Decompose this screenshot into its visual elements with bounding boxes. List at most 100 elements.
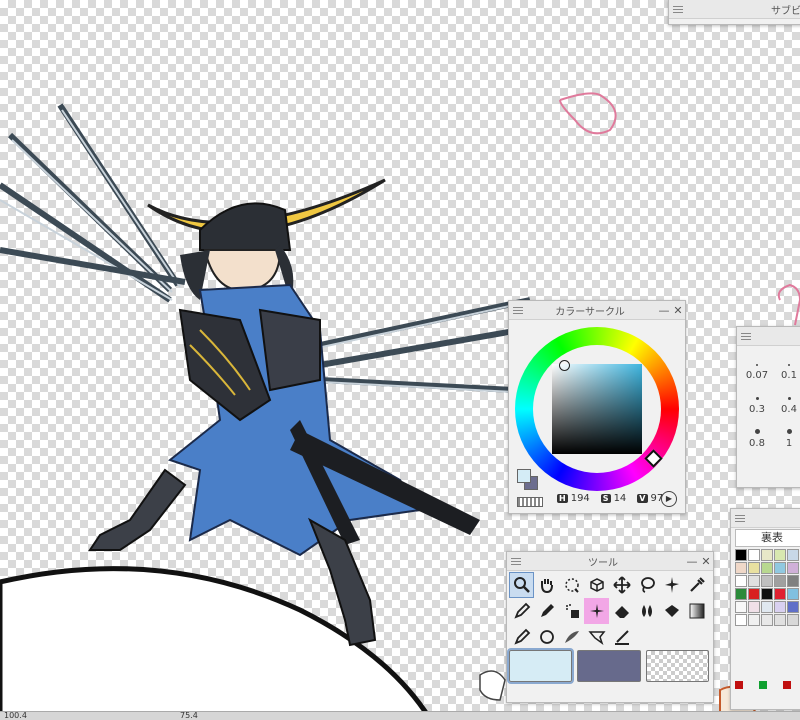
color-set-swatch[interactable] — [761, 549, 773, 561]
color-set-swatch[interactable] — [735, 614, 747, 626]
color-circle-panel: カラーサークル — ✕ H 194 S 14 V 97 ▶ — [508, 300, 686, 514]
color-set-swatch[interactable] — [787, 601, 799, 613]
main-sub-color-swatches[interactable] — [517, 469, 539, 491]
gradient-tool-icon[interactable] — [684, 598, 709, 624]
color-circle-title: カラーサークル — [555, 306, 625, 318]
fill-tool-icon[interactable] — [659, 598, 684, 624]
red-swatch-icon[interactable] — [735, 681, 743, 689]
tool-grid — [509, 572, 709, 650]
airbrush-tool-icon[interactable] — [559, 598, 584, 624]
color-set-swatch[interactable] — [774, 614, 786, 626]
color-set-swatch[interactable] — [774, 575, 786, 587]
h-label: H — [557, 494, 568, 503]
color-set-swatch[interactable] — [761, 575, 773, 587]
brush-size-option[interactable]: 0.3 — [741, 383, 773, 417]
color-set-swatch[interactable] — [735, 562, 747, 574]
pen2-tool-icon[interactable] — [509, 624, 534, 650]
balloon-tool-icon[interactable] — [584, 624, 609, 650]
hue-wheel[interactable] — [515, 327, 679, 491]
color-circle-title-bar[interactable]: カラーサークル — ✕ — [509, 301, 685, 320]
main-color-swatch[interactable] — [517, 469, 531, 483]
auto-select-icon[interactable] — [659, 572, 684, 598]
object-tool-icon[interactable] — [584, 572, 609, 598]
grip-icon[interactable] — [735, 514, 745, 522]
tool-panel-title-bar[interactable]: ツール — ✕ — [507, 552, 713, 571]
brush-size-title-bar[interactable] — [737, 327, 800, 346]
brush-size-option[interactable]: 0.07 — [741, 349, 773, 383]
right-swords — [319, 297, 531, 393]
hsv-readout: H 194 S 14 V 97 — [557, 493, 671, 504]
h-value: 194 — [570, 493, 590, 504]
color-set-swatch[interactable] — [748, 601, 760, 613]
zoom-tool-icon[interactable] — [509, 572, 534, 598]
color-set-swatch[interactable] — [787, 614, 799, 626]
saturation-value-square[interactable] — [552, 364, 642, 454]
pen-tool-icon[interactable] — [509, 598, 534, 624]
pink-sketch — [559, 92, 617, 135]
main-color-button[interactable] — [506, 648, 575, 684]
subview-title-bar[interactable]: サブビ — [669, 0, 800, 19]
color-set-swatch[interactable] — [787, 562, 799, 574]
grip-icon[interactable] — [673, 5, 683, 13]
color-set-swatch[interactable] — [748, 549, 760, 561]
close-icon[interactable]: ✕ — [671, 304, 685, 317]
eyedropper-icon[interactable] — [684, 572, 709, 598]
sparkle-tool-icon[interactable] — [584, 598, 609, 624]
grip-icon[interactable] — [511, 557, 521, 565]
color-set-swatch[interactable] — [735, 588, 747, 600]
brush-size-panel: 0.07 0.1 0.3 0.4 0.8 1 — [736, 326, 800, 488]
color-set-swatch[interactable] — [774, 562, 786, 574]
color-set-swatch[interactable] — [735, 549, 747, 561]
color-set-swatch[interactable] — [748, 562, 760, 574]
frame-tool-icon[interactable] — [559, 624, 584, 650]
sub-color-button[interactable] — [577, 650, 641, 682]
color-set-swatch[interactable] — [774, 588, 786, 600]
brush-size-option[interactable]: 0.1 — [773, 349, 800, 383]
color-set-swatch[interactable] — [761, 562, 773, 574]
eraser-tool-icon[interactable] — [609, 598, 634, 624]
color-set-swatch[interactable] — [761, 588, 773, 600]
hand-tool-icon[interactable] — [534, 572, 559, 598]
color-set-swatch[interactable] — [748, 614, 760, 626]
sv-marker-icon[interactable] — [559, 360, 570, 371]
color-set-swatch[interactable] — [735, 601, 747, 613]
color-set-swatch[interactable] — [735, 575, 747, 587]
minimize-icon[interactable]: — — [657, 304, 671, 317]
green-swatch-icon[interactable] — [759, 681, 767, 689]
color-set-swatch[interactable] — [761, 601, 773, 613]
close-icon[interactable]: ✕ — [699, 555, 713, 568]
tool-panel-title: ツール — [588, 557, 618, 569]
color-mode-play-icon[interactable]: ▶ — [661, 491, 677, 507]
brush-size-grid: 0.07 0.1 0.3 0.4 0.8 1 — [741, 349, 800, 451]
color-set-swatch[interactable] — [748, 575, 760, 587]
color-set-swatch[interactable] — [774, 601, 786, 613]
figure-tool-icon[interactable] — [534, 624, 559, 650]
transparent-color-button[interactable] — [645, 650, 709, 682]
grip-icon[interactable] — [741, 332, 751, 340]
grip-icon[interactable] — [513, 306, 523, 314]
move-tool-icon[interactable] — [609, 572, 634, 598]
marker-tool-icon[interactable] — [534, 598, 559, 624]
lasso-select-icon[interactable] — [559, 572, 584, 598]
subview-title: サブビ — [771, 5, 800, 17]
color-set-title-bar[interactable] — [731, 509, 800, 528]
brush-size-option[interactable]: 1 — [773, 417, 800, 451]
color-set-swatch[interactable] — [748, 588, 760, 600]
color-set-swatch[interactable] — [787, 588, 799, 600]
color-set-label[interactable]: 裏表 — [735, 529, 800, 547]
brush-size-option[interactable]: 0.4 — [773, 383, 800, 417]
left-leg — [88, 468, 187, 551]
selection-tool-icon[interactable] — [634, 572, 659, 598]
color-set-swatch[interactable] — [761, 614, 773, 626]
color-set-swatch[interactable] — [774, 549, 786, 561]
transparent-color-swatch[interactable] — [517, 497, 543, 507]
ruler-tool-icon[interactable] — [609, 624, 634, 650]
color-set-panel: 裏表 — [730, 508, 800, 710]
brush-size-option[interactable]: 0.8 — [741, 417, 773, 451]
face — [203, 249, 282, 292]
blend-tool-icon[interactable] — [634, 598, 659, 624]
red-swatch-icon[interactable] — [783, 681, 791, 689]
color-set-swatch[interactable] — [787, 575, 799, 587]
minimize-icon[interactable]: — — [685, 555, 699, 568]
color-set-swatch[interactable] — [787, 549, 799, 561]
